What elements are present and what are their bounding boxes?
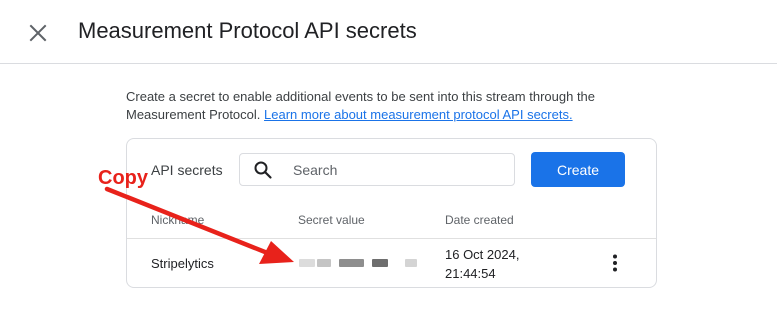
annotation-copy-label: Copy: [98, 167, 148, 189]
redacted-block: [339, 259, 364, 267]
close-button[interactable]: [24, 19, 52, 47]
redacted-block: [317, 259, 331, 267]
redacted-block: [299, 259, 315, 267]
more-vert-icon[interactable]: [613, 254, 617, 272]
date-created-date: 16 Oct 2024,: [445, 247, 520, 262]
intro-description: Create a secret to enable additional eve…: [126, 88, 626, 124]
redacted-block: [372, 259, 388, 267]
api-secrets-card: API secrets Create Nickname Secret value…: [126, 138, 657, 288]
api-secrets-label: API secrets: [151, 162, 223, 178]
column-header-nickname: Nickname: [151, 213, 205, 227]
nickname-cell: Stripelytics: [151, 256, 214, 271]
page-title: Measurement Protocol API secrets: [78, 18, 417, 43]
search-box[interactable]: [239, 153, 515, 186]
redacted-block: [405, 259, 417, 267]
learn-more-link[interactable]: Learn more about measurement protocol AP…: [264, 107, 573, 122]
column-header-secret-value: Secret value: [298, 213, 365, 227]
dialog-header: Measurement Protocol API secrets: [0, 0, 777, 64]
search-icon: [253, 160, 273, 180]
date-created-time: 21:44:54: [445, 266, 496, 281]
page: Measurement Protocol API secrets Create …: [0, 0, 777, 324]
close-icon[interactable]: [29, 24, 47, 42]
create-button[interactable]: Create: [531, 152, 625, 187]
column-header-date-created: Date created: [445, 213, 514, 227]
secret-value-cell[interactable]: [299, 258, 423, 268]
row-menu-button[interactable]: [605, 252, 625, 274]
table-divider: [127, 238, 656, 239]
search-input[interactable]: [291, 160, 495, 179]
